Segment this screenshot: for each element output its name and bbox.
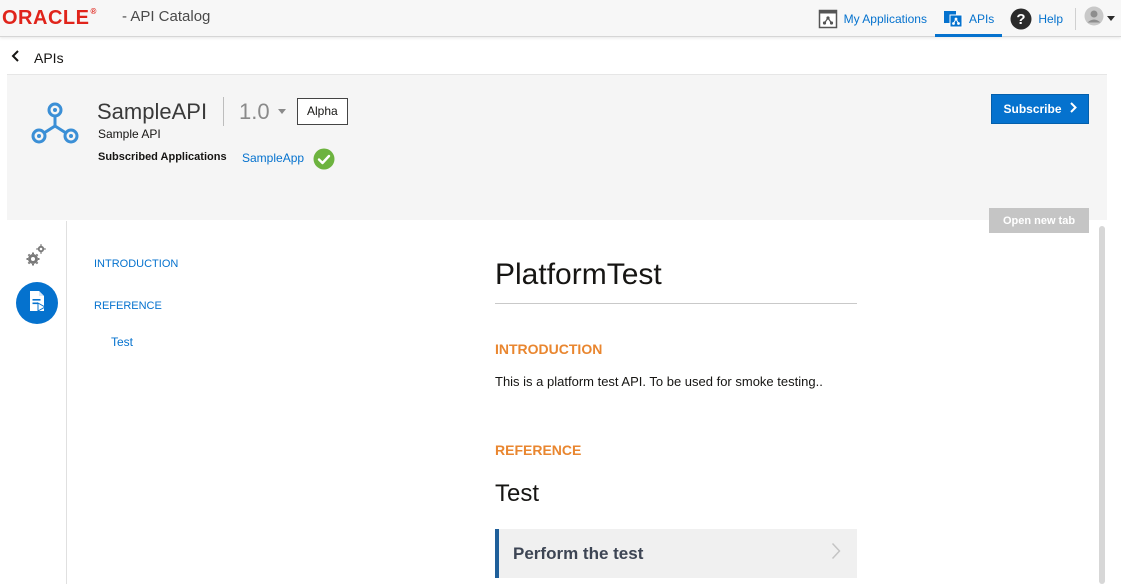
brand-text: ORACLE [2,7,90,29]
subscribed-app-link[interactable]: SampleApp [242,151,304,165]
back-button[interactable] [1,44,29,72]
chevron-left-icon [10,49,20,67]
doc-title: PlatformTest [495,258,662,291]
title-divider [223,97,224,126]
content-scrollbar[interactable] [1097,224,1107,584]
chevron-right-icon [831,542,841,565]
document-view-button[interactable] [16,282,58,324]
user-avatar-icon [1084,6,1104,31]
api-network-icon [28,99,82,154]
check-circle-icon [313,148,335,175]
test-heading: Test [495,480,540,507]
nav-my-applications[interactable]: My Applications [810,0,935,37]
nav-apis-label: APIs [968,11,995,26]
subscribed-applications-label: Subscribed Applications [98,151,227,163]
oracle-logo[interactable]: ORACLE® [2,7,97,30]
brand-registered-mark: ® [90,7,97,16]
top-nav: My Applications APIs ? Help [810,0,1121,37]
left-rail [7,221,67,584]
subscribe-button-label: Subscribe [1003,102,1062,116]
top-bar: ORACLE® - API Catalog My Applications AP… [0,0,1121,37]
scrollbar-thumb[interactable] [1099,226,1105,584]
subscribe-button[interactable]: Subscribe [991,94,1089,124]
nav-help-label: Help [1038,11,1063,26]
intro-text: This is a platform test API. To be used … [495,374,823,389]
section-introduction-heading: INTRODUCTION [495,341,603,357]
api-header: SampleAPI 1.0 Alpha Sample API Subscribe… [7,74,1107,220]
gears-icon[interactable] [25,243,47,272]
toc-introduction[interactable]: INTRODUCTION [94,258,178,270]
status-badge: Alpha [297,98,348,125]
applications-icon [818,9,838,29]
version-select[interactable]: 1.0 [239,99,270,125]
nav-divider [1075,7,1076,30]
version-caret-icon[interactable] [278,109,286,114]
title-rule [495,303,857,304]
perform-the-test-item[interactable]: Perform the test [495,529,857,578]
apis-icon [943,9,963,29]
api-name: SampleAPI [97,99,208,124]
nav-help[interactable]: ? Help [1002,0,1071,37]
document-icon [27,290,47,317]
nav-my-applications-label: My Applications [843,11,927,26]
app-title: - API Catalog [122,8,211,25]
help-icon: ? [1010,8,1032,30]
user-menu[interactable] [1080,6,1121,31]
open-new-tab-button[interactable]: Open new tab [989,208,1089,233]
chevron-right-icon [1069,102,1077,116]
toc-reference[interactable]: REFERENCE [94,300,162,312]
nav-apis[interactable]: APIs [934,0,1003,37]
section-reference-heading: REFERENCE [495,442,582,458]
back-label[interactable]: APIs [34,50,64,66]
breadcrumb: APIs [0,44,64,72]
api-description: Sample API [98,127,161,141]
svg-text:?: ? [1017,11,1026,28]
chevron-down-icon [1107,15,1115,22]
toc-test[interactable]: Test [111,335,133,349]
perform-the-test-label: Perform the test [513,543,644,563]
